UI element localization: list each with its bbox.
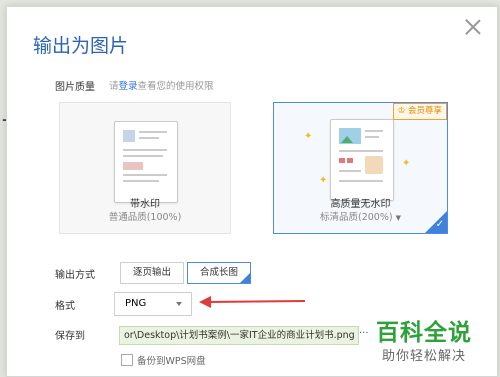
long-image-button[interactable]: 合成长图 [187, 262, 251, 284]
login-hint: 请登录查看您的使用权限 [109, 81, 214, 92]
quality-option-hq-no-watermark[interactable]: ♔ 会员尊享 ✦ ✦ ✦ 高质量无水印 标清品质(200%) ▼ ✓ [273, 102, 448, 234]
sparkle-icon: ✦ [304, 131, 313, 142]
save-path-field[interactable]: or\Desktop\计划书案例\一家IT企业的商业计划书.png [119, 326, 359, 345]
watermark-title: 百科全说 [376, 320, 472, 346]
save-to-label: 保存到 [55, 331, 85, 342]
close-icon[interactable] [463, 17, 483, 37]
watermark-subtitle: 助你轻松解决 [382, 349, 467, 364]
format-value: PNG [125, 298, 147, 309]
quality-option-watermark[interactable]: 带水印 普通品质(100%) [59, 102, 231, 234]
sparkle-icon: ✦ [319, 175, 328, 186]
check-icon: ✓ [435, 219, 444, 230]
format-select[interactable]: PNG [114, 292, 192, 316]
backup-label: 备份到WPS网盘 [137, 356, 206, 367]
option-title: 带水印 [130, 199, 160, 210]
document-preview-icon [114, 121, 178, 203]
option-subtitle: 标清品质(200%) ▼ [320, 212, 401, 223]
quality-label: 图片质量 [55, 82, 95, 93]
vip-badge: ♔ 会员尊享 [392, 103, 447, 120]
output-mode-label: 输出方式 [55, 270, 95, 281]
format-label: 格式 [55, 301, 75, 312]
document-preview-icon [330, 119, 394, 201]
backup-checkbox[interactable] [121, 354, 133, 366]
sparkle-icon: ✦ [402, 158, 411, 169]
annotation-arrow [199, 296, 306, 308]
chevron-down-icon [176, 302, 182, 306]
dialog-title: 输出为图片 [33, 35, 129, 57]
option-subtitle: 普通品质(100%) [108, 212, 182, 223]
page-by-page-button[interactable]: 逐页输出 [120, 262, 184, 284]
browse-button[interactable]: ... [359, 325, 369, 336]
login-link[interactable]: 登录 [119, 81, 138, 92]
option-title: 高质量无水印 [330, 199, 391, 210]
